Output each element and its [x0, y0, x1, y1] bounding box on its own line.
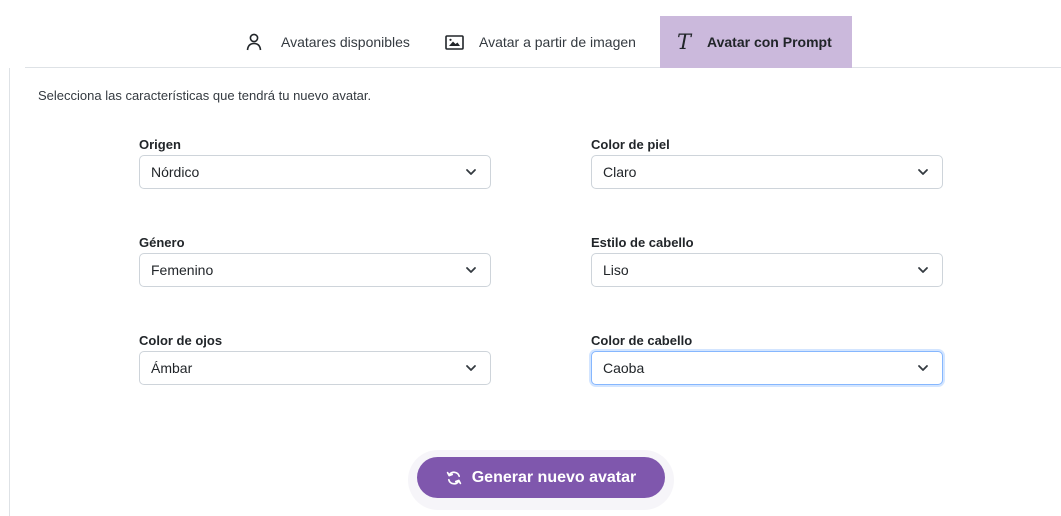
field-label: Color de piel — [591, 137, 670, 152]
image-icon — [444, 34, 464, 50]
generate-avatar-button[interactable]: Generar nuevo avatar — [417, 457, 665, 498]
chevron-down-icon — [916, 363, 930, 373]
field-color-cabello: Color de cabello Caoba — [591, 332, 943, 385]
chevron-down-icon — [464, 167, 478, 177]
field-label: Color de ojos — [139, 333, 223, 348]
field-label: Género — [139, 235, 185, 250]
select-value: Nórdico — [151, 164, 200, 180]
field-estilo-cabello: Estilo de cabello Liso — [591, 234, 943, 287]
estilo-cabello-select[interactable]: Liso — [591, 253, 943, 287]
text-icon: T — [677, 30, 692, 54]
chevron-down-icon — [916, 265, 930, 275]
chevron-down-icon — [916, 167, 930, 177]
field-label: Color de cabello — [591, 333, 693, 348]
field-origen: Origen Nórdico — [139, 136, 491, 189]
select-value: Claro — [603, 164, 637, 180]
field-label: Origen — [139, 137, 181, 152]
color-cabello-select[interactable]: Caoba — [591, 351, 943, 385]
tab-label: Avatar a partir de imagen — [479, 34, 636, 50]
chevron-down-icon — [464, 265, 478, 275]
content-left-border — [9, 68, 10, 516]
field-label: Estilo de cabello — [591, 235, 694, 250]
tab-avatar-imagen[interactable]: Avatar a partir de imagen — [444, 16, 636, 68]
select-value: Liso — [603, 262, 629, 278]
select-value: Caoba — [603, 360, 645, 376]
origen-select[interactable]: Nórdico — [139, 155, 491, 189]
tab-bar: Avatares disponibles Avatar a partir de … — [25, 16, 1061, 68]
tab-avatar-prompt[interactable]: T Avatar con Prompt — [660, 16, 852, 68]
field-color-piel: Color de piel Claro — [591, 136, 943, 189]
color-ojos-select[interactable]: Ámbar — [139, 351, 491, 385]
refresh-icon — [446, 470, 462, 486]
generate-button-label: Generar nuevo avatar — [471, 468, 637, 486]
intro-text: Selecciona las características que tendr… — [38, 88, 372, 103]
chevron-down-icon — [464, 363, 478, 373]
select-value: Ámbar — [151, 360, 193, 376]
tab-label: Avatares disponibles — [281, 34, 410, 50]
tab-avatares-disponibles[interactable]: Avatares disponibles — [245, 16, 410, 68]
field-genero: Género Femenino — [139, 234, 491, 287]
person-icon — [245, 32, 263, 52]
select-value: Femenino — [151, 262, 214, 278]
field-color-ojos: Color de ojos Ámbar — [139, 332, 491, 385]
genero-select[interactable]: Femenino — [139, 253, 491, 287]
tab-label: Avatar con Prompt — [707, 34, 832, 50]
color-piel-select[interactable]: Claro — [591, 155, 943, 189]
